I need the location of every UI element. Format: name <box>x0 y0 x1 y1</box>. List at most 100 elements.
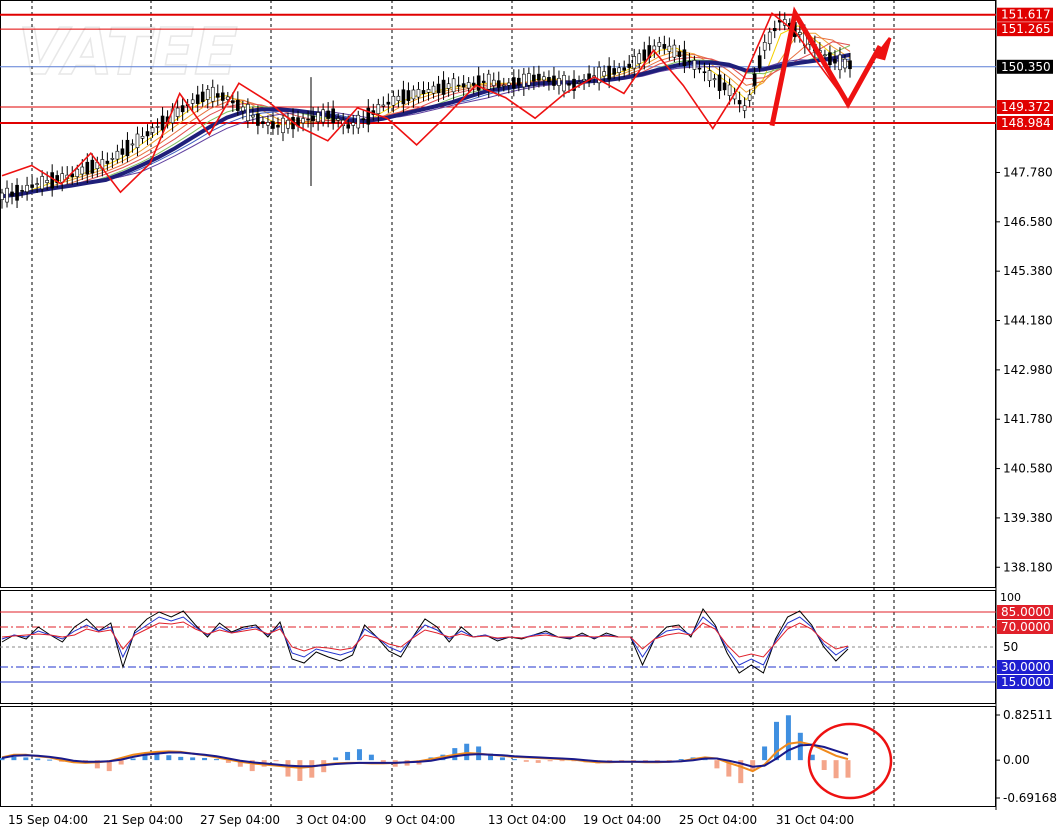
candle-body <box>747 94 752 101</box>
candle-body <box>190 99 195 104</box>
candle-body <box>567 83 571 86</box>
candle-body <box>702 71 707 74</box>
trading-chart[interactable]: VATEE 151.617 151.265 149.372 148.984 150.35… <box>0 0 1062 831</box>
candle-body <box>486 73 491 90</box>
current-price-label: 150.350 <box>1001 60 1051 74</box>
candle-body <box>286 119 290 129</box>
candle-body <box>145 131 150 137</box>
candle-body <box>326 110 330 119</box>
hist-bar <box>297 760 303 781</box>
candle-body <box>506 82 511 86</box>
hist-bar <box>845 760 851 778</box>
candle-body <box>246 104 250 122</box>
candle-body <box>361 118 366 121</box>
candle-body <box>5 187 9 203</box>
candle-body <box>135 133 140 149</box>
candle-body <box>667 45 672 52</box>
candle-body <box>602 71 606 77</box>
candle-body <box>582 78 586 82</box>
candle-body <box>762 41 767 51</box>
candle-body <box>391 95 396 106</box>
candle-body <box>537 73 541 81</box>
hist-bar <box>464 743 470 761</box>
candle-body <box>301 118 305 124</box>
candle-body <box>45 180 49 183</box>
hist-signal-line <box>1 741 849 773</box>
hist-bar <box>213 759 219 761</box>
candle-body <box>737 100 742 105</box>
candle-body <box>557 77 561 86</box>
hist-bar <box>547 760 553 762</box>
hist-bar <box>333 757 339 761</box>
candle-body <box>481 80 486 83</box>
hist-bar <box>523 760 529 762</box>
hist-bar <box>714 760 720 769</box>
x-tick-label: 15 Sep 04:00 <box>8 813 88 827</box>
candle-body <box>707 70 712 81</box>
chart-canvas[interactable]: VATEE 151.617151.265 149.372 148.984 150.35… <box>0 0 1062 831</box>
price-level-label: 148.984 <box>1001 116 1051 130</box>
price-level-label: 149.372 <box>1001 100 1051 114</box>
candle-body <box>547 77 551 83</box>
candle-body <box>110 158 115 160</box>
x-tick-label: 13 Oct 04:00 <box>488 813 566 827</box>
candle-body <box>828 52 832 66</box>
hist-bar <box>178 756 184 761</box>
candle-body <box>351 122 356 126</box>
candle-body <box>336 118 340 121</box>
osc-level-label: 70.0000 <box>1001 620 1051 634</box>
candle-body <box>421 90 426 95</box>
candle-body <box>155 126 160 128</box>
hist-bar <box>535 760 541 763</box>
candle-body <box>220 92 225 101</box>
candle-body <box>752 73 757 86</box>
hist-bar <box>821 760 827 771</box>
candle-body <box>682 49 687 67</box>
candle-body <box>241 106 245 112</box>
candle-body <box>125 139 130 157</box>
watermark-text: VATEE <box>18 16 238 90</box>
hist-bar <box>190 757 196 761</box>
candle-body <box>672 44 677 58</box>
hist-bar <box>166 755 172 761</box>
candle-body <box>386 101 391 105</box>
x-tick-label: 31 Oct 04:00 <box>776 813 854 827</box>
hist-bar <box>309 760 315 778</box>
candle-body <box>712 78 717 81</box>
candle-body <box>396 95 401 101</box>
osc-y-tick-label: 50 <box>1003 640 1018 654</box>
candle-body <box>50 172 54 189</box>
hist-bar <box>11 756 17 761</box>
candle-body <box>150 127 155 133</box>
candle-body <box>20 190 24 192</box>
candle-body <box>210 86 215 102</box>
candle-body <box>195 94 200 104</box>
candle-body <box>10 191 14 197</box>
candle-body <box>522 73 526 88</box>
candle-body <box>466 82 471 89</box>
candle-body <box>441 79 446 95</box>
osc-series-line <box>1 616 849 666</box>
candle-body <box>767 31 772 45</box>
candle-body <box>552 75 556 86</box>
candle-body <box>532 74 536 82</box>
candle-body <box>180 105 185 113</box>
x-tick-label: 9 Oct 04:00 <box>385 813 456 827</box>
candle-body <box>231 100 235 104</box>
candle-body <box>15 184 19 201</box>
osc-y-tick-label: 100 <box>1000 591 1021 604</box>
hist-bar <box>273 760 279 762</box>
candle-body <box>115 150 120 160</box>
candle-body <box>772 28 777 32</box>
y-tick-label: 139.380 <box>1003 511 1053 525</box>
osc-level-label: 15.0000 <box>1001 675 1051 689</box>
y-tick-label: 145.380 <box>1003 264 1053 278</box>
candle-body <box>722 82 727 91</box>
axis-labels: 15 Sep 04:00 21 Sep 04:00 27 Sep 04:00 3 Oc… <box>8 165 1057 827</box>
candle-body <box>215 93 220 98</box>
candle-body <box>627 63 632 68</box>
candle-body <box>562 75 566 92</box>
candle-body <box>742 105 747 111</box>
candle-body <box>406 90 411 102</box>
hist-y-tick-label: 0.00 <box>1003 753 1030 767</box>
